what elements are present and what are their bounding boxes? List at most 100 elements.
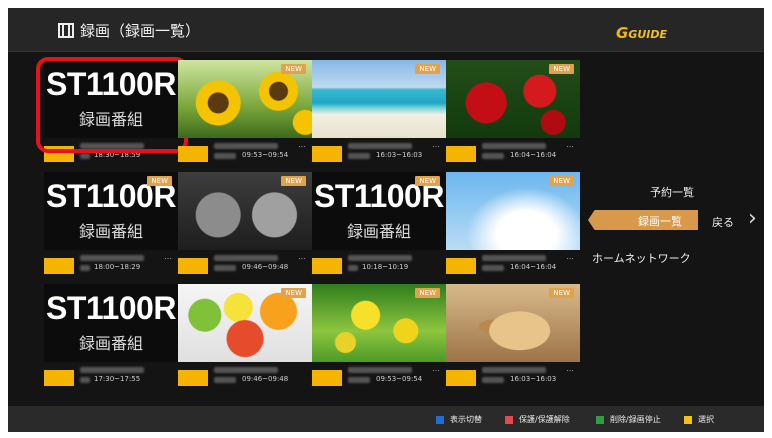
recording-tile[interactable]: ST1100R 録画番組 18:30~18:59 bbox=[36, 57, 188, 172]
tile-info: 10:18~10:19 bbox=[312, 252, 446, 274]
chevron-right-icon[interactable]: › bbox=[748, 206, 757, 231]
recording-tile[interactable]: NEW … 16:03~16:03 bbox=[446, 284, 580, 396]
recording-time: 16:04~16:04 bbox=[510, 263, 557, 271]
new-badge: NEW bbox=[415, 288, 440, 298]
tile-info: … 09:53~09:54 bbox=[312, 364, 446, 386]
menu-home-network[interactable]: ホームネットワーク bbox=[592, 250, 691, 266]
ellipsis-text: … bbox=[298, 252, 306, 261]
recording-tile[interactable]: ST1100R 録画番組 17:30~17:55 bbox=[44, 284, 178, 396]
green-key-icon bbox=[596, 415, 604, 424]
yellow-key-icon bbox=[684, 415, 692, 424]
tile-info: … 16:04~16:04 bbox=[446, 140, 580, 162]
blurred-date bbox=[348, 377, 370, 383]
new-badge: NEW bbox=[549, 176, 574, 186]
thumbnail-caption: 録画番組 bbox=[78, 222, 143, 241]
recording-tile[interactable]: ST1100R 録画番組 NEW… 18:00~18:29 bbox=[44, 172, 178, 284]
blurred-program-title bbox=[80, 367, 144, 373]
legend-protect: 保護/保護解除 bbox=[505, 414, 570, 425]
recording-time: 09:46~09:48 bbox=[242, 375, 289, 383]
recording-time: 16:03~16:03 bbox=[376, 151, 423, 159]
blurred-date bbox=[214, 377, 236, 383]
thumbnail-caption: 録画番組 bbox=[346, 222, 411, 241]
recording-tile[interactable]: NEW … 09:53~09:54 bbox=[178, 60, 312, 172]
recording-tile[interactable]: NEW … 09:46~09:48 bbox=[178, 172, 312, 284]
rapeseed-thumbnail: NEW bbox=[312, 284, 446, 362]
channel-logo-placeholder bbox=[44, 258, 74, 274]
tile-info: … 16:03~16:03 bbox=[312, 140, 446, 162]
blurred-date bbox=[482, 153, 504, 159]
thumbnail-model-text: ST1100R bbox=[46, 290, 176, 326]
new-badge: NEW bbox=[415, 176, 440, 186]
recording-time: 17:30~17:55 bbox=[94, 375, 141, 383]
blurred-date bbox=[482, 377, 504, 383]
channel-logo-placeholder bbox=[446, 258, 476, 274]
tile-info: … 09:46~09:48 bbox=[178, 252, 312, 274]
recording-tile[interactable]: NEW … 09:53~09:54 bbox=[312, 284, 446, 396]
new-badge: NEW bbox=[549, 64, 574, 74]
kittens-thumbnail: NEW bbox=[178, 172, 312, 250]
selection-highlight bbox=[36, 57, 188, 153]
page-title-text: 録画（録画一覧） bbox=[80, 22, 201, 40]
blurred-program-title bbox=[214, 143, 278, 149]
menu-recording-list-tab[interactable]: 録画一覧 bbox=[588, 210, 698, 230]
recording-tile[interactable]: NEW … 16:03~16:03 bbox=[312, 60, 446, 172]
ellipsis-text: … bbox=[566, 140, 574, 149]
puppy-thumbnail: NEW bbox=[446, 284, 580, 362]
st1100r-thumbnail: ST1100R 録画番組 NEW bbox=[312, 172, 446, 250]
recording-tile[interactable]: NEW … 16:04~16:04 bbox=[446, 60, 580, 172]
channel-logo-placeholder bbox=[178, 146, 208, 162]
recording-tile[interactable]: NEW 09:46~09:48 bbox=[178, 284, 312, 396]
ellipsis-text: … bbox=[432, 140, 440, 149]
ellipsis-text: … bbox=[566, 252, 574, 261]
page-title: 録画（録画一覧） bbox=[58, 20, 200, 41]
blurred-program-title bbox=[482, 255, 546, 261]
blurred-date bbox=[348, 153, 370, 159]
tile-info: … 16:03~16:03 bbox=[446, 364, 580, 386]
legend-label: 保護/保護解除 bbox=[519, 415, 570, 424]
tile-info: 09:46~09:48 bbox=[178, 364, 312, 386]
roses-thumbnail: NEW bbox=[446, 60, 580, 138]
new-badge: NEW bbox=[281, 176, 306, 186]
recording-time: 16:04~16:04 bbox=[510, 151, 557, 159]
blurred-date bbox=[214, 153, 236, 159]
g-guide-logo: GGUIDE bbox=[616, 24, 667, 42]
st1100r-thumbnail: ST1100R 録画番組 bbox=[44, 284, 178, 362]
blurred-date bbox=[80, 265, 90, 271]
recording-time: 18:00~18:29 bbox=[94, 263, 141, 271]
recording-time: 09:53~09:54 bbox=[376, 375, 423, 383]
channel-logo-placeholder bbox=[178, 258, 208, 274]
film-icon bbox=[58, 23, 74, 38]
blurred-program-title bbox=[214, 367, 278, 373]
back-button[interactable]: 戻る bbox=[712, 214, 734, 230]
channel-logo-placeholder bbox=[312, 370, 342, 386]
blurred-date bbox=[80, 153, 90, 159]
side-menu: 予約一覧 録画一覧 戻る › ホームネットワーク bbox=[588, 168, 764, 288]
recording-time: 09:53~09:54 bbox=[242, 151, 289, 159]
new-badge: NEW bbox=[281, 288, 306, 298]
recording-tile[interactable]: NEW … 16:04~16:04 bbox=[446, 172, 580, 284]
recording-time: 09:46~09:48 bbox=[242, 263, 289, 271]
blurred-date bbox=[214, 265, 236, 271]
ellipsis-text: … bbox=[566, 364, 574, 373]
new-badge: NEW bbox=[147, 176, 172, 186]
g-logo-icon: G bbox=[616, 24, 629, 42]
channel-logo-placeholder bbox=[446, 146, 476, 162]
bottom-legend-bar: 表示切替 保護/保護解除 削除/録画停止 選択 bbox=[8, 406, 764, 432]
blurred-program-title bbox=[80, 255, 144, 261]
blurred-date bbox=[348, 265, 358, 271]
beach-thumbnail: NEW bbox=[312, 60, 446, 138]
new-badge: NEW bbox=[549, 288, 574, 298]
channel-logo-placeholder bbox=[446, 370, 476, 386]
blurred-date bbox=[482, 265, 504, 271]
tile-info: … 16:04~16:04 bbox=[446, 252, 580, 274]
blurred-program-title bbox=[214, 255, 278, 261]
ellipsis-text: … bbox=[432, 364, 440, 373]
sun-thumbnail: NEW bbox=[178, 60, 312, 138]
legend-label: 削除/録画停止 bbox=[610, 415, 661, 424]
guide-logo-text: GUIDE bbox=[628, 28, 668, 41]
blurred-program-title bbox=[482, 367, 546, 373]
menu-reservation-list[interactable]: 予約一覧 bbox=[650, 184, 694, 200]
recording-tile[interactable]: ST1100R 録画番組 NEW 10:18~10:19 bbox=[312, 172, 446, 284]
legend-label: 表示切替 bbox=[450, 415, 482, 424]
menu-recording-list-label: 録画一覧 bbox=[638, 215, 682, 228]
